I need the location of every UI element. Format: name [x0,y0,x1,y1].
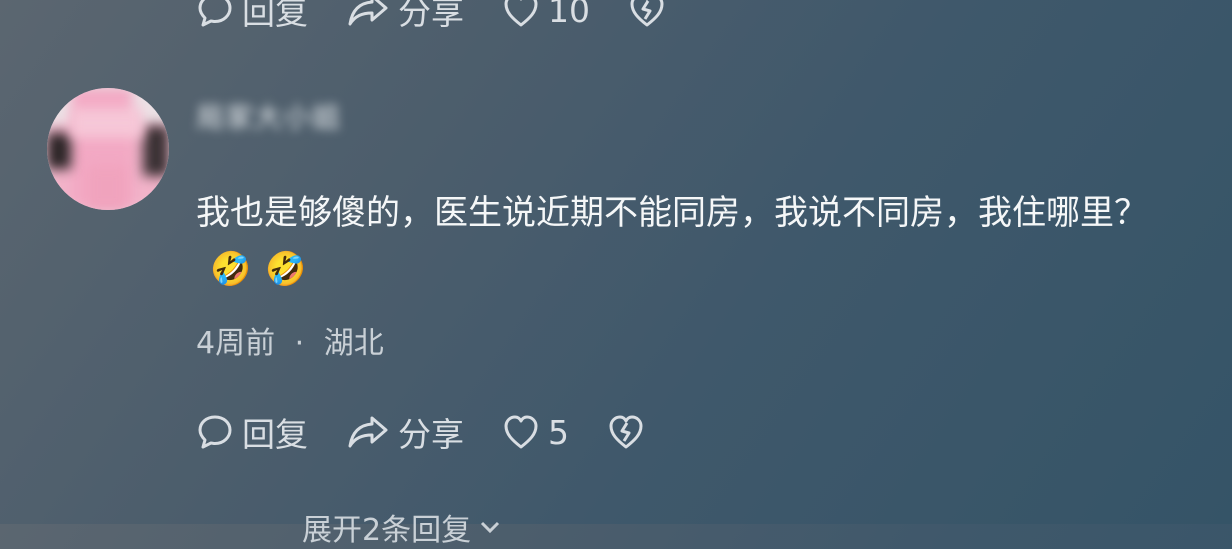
share-arrow-icon [348,0,388,26]
expand-replies-link[interactable]: 展开2条回复 [302,505,501,549]
comment-time: 4周前 [196,326,276,361]
meta-separator: · [294,326,305,361]
heart-icon [504,0,538,27]
laughing-emoji: 🤣 [265,249,307,288]
like-button[interactable]: 5 [502,413,569,452]
previous-comment-actions: 回复 分享 10 [196,0,704,34]
broken-heart-icon [630,0,664,27]
share-label: 分享 [398,415,464,454]
share-label: 分享 [398,0,464,32]
broken-heart-icon [609,415,643,449]
speech-bubble-icon [198,415,232,449]
share-button[interactable]: 分享 [346,0,464,34]
reply-label: 回复 [242,415,308,454]
like-count: 10 [548,0,590,30]
laughing-emoji: 🤣 [210,249,252,288]
username[interactable]: 局家大小姐 [196,96,341,136]
speech-bubble-icon [198,0,232,27]
share-button[interactable]: 分享 [346,408,464,456]
comment-text: 我也是够傻的，医生说近期不能同房，我说不同房，我住哪里？ [196,193,1148,233]
reply-button[interactable]: 回复 [196,408,308,456]
avatar[interactable] [47,88,169,210]
avatar-pixel [47,133,71,169]
comment-actions: 回复 分享 5 [196,408,683,456]
comment-location: 湖北 [323,326,384,361]
avatar-pixel [143,126,169,176]
like-button[interactable]: 10 [502,0,590,30]
dislike-button[interactable] [628,0,666,28]
like-count: 5 [548,412,569,452]
avatar-pixel [71,108,143,138]
reply-button[interactable]: 回复 [196,0,308,34]
reply-label: 回复 [242,0,308,32]
heart-icon [504,415,538,449]
expand-replies-label: 展开2条回复 [302,513,472,548]
comment-text-block: 我也是够傻的，医生说近期不能同房，我说不同房，我住哪里？ 🤣 🤣 [196,186,1186,296]
avatar-pixel [87,166,127,210]
dislike-button[interactable] [607,414,645,450]
comment-meta: 4周前 · 湖北 [196,318,384,362]
share-arrow-icon [348,416,388,448]
chevron-down-icon [481,521,500,534]
